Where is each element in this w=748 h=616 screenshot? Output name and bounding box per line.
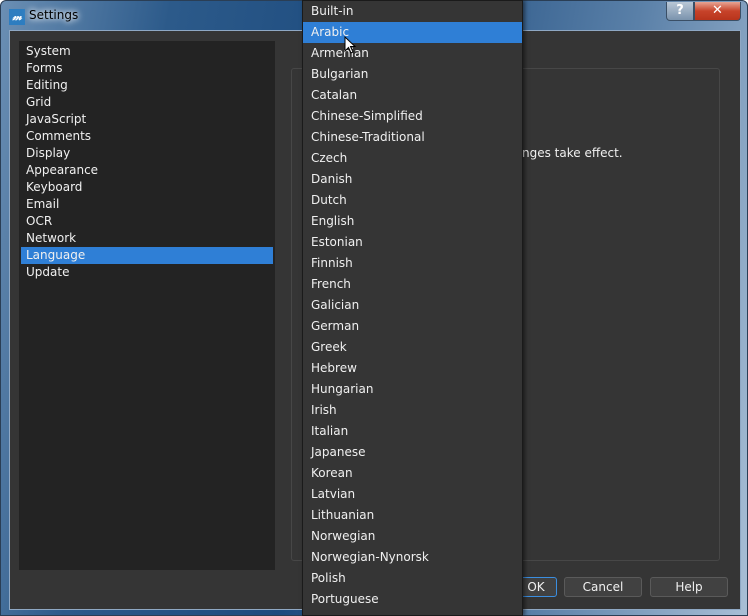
sidebar-item-forms[interactable]: Forms [21, 60, 273, 77]
dropdown-option-chinese-simplified[interactable]: Chinese-Simplified [303, 106, 522, 127]
mouse-cursor-icon [344, 36, 357, 54]
sidebar-item-email[interactable]: Email [21, 196, 273, 213]
dropdown-option-danish[interactable]: Danish [303, 169, 522, 190]
dropdown-option-japanese[interactable]: Japanese [303, 442, 522, 463]
dropdown-option-finnish[interactable]: Finnish [303, 253, 522, 274]
dropdown-option-chinese-traditional[interactable]: Chinese-Traditional [303, 127, 522, 148]
dropdown-option-dutch[interactable]: Dutch [303, 190, 522, 211]
sidebar-item-display[interactable]: Display [21, 145, 273, 162]
dropdown-option-catalan[interactable]: Catalan [303, 85, 522, 106]
settings-category-list[interactable]: System Forms Editing Grid JavaScript Comments… [19, 41, 275, 570]
dropdown-option-built-in[interactable]: Built-in [303, 1, 522, 22]
dropdown-option-hebrew[interactable]: Hebrew [303, 358, 522, 379]
dropdown-option-norwegian-nynorsk[interactable]: Norwegian-Nynorsk [303, 547, 522, 568]
dropdown-option-polish[interactable]: Polish [303, 568, 522, 589]
dropdown-option-bulgarian[interactable]: Bulgarian [303, 64, 522, 85]
dropdown-option-korean[interactable]: Korean [303, 463, 522, 484]
sidebar-item-comments[interactable]: Comments [21, 128, 273, 145]
dropdown-option-french[interactable]: French [303, 274, 522, 295]
dropdown-option-lithuanian[interactable]: Lithuanian [303, 505, 522, 526]
dropdown-option-latvian[interactable]: Latvian [303, 484, 522, 505]
dropdown-option-galician[interactable]: Galician [303, 295, 522, 316]
sidebar-item-system[interactable]: System [21, 43, 273, 60]
dropdown-option-armenian[interactable]: Armenian [303, 43, 522, 64]
sidebar-item-editing[interactable]: Editing [21, 77, 273, 94]
dropdown-option-greek[interactable]: Greek [303, 337, 522, 358]
ok-label: OK [527, 580, 545, 594]
cancel-button[interactable]: Cancel [564, 577, 642, 597]
close-button[interactable]: ✕ [694, 2, 741, 21]
dropdown-option-hungarian[interactable]: Hungarian [303, 379, 522, 400]
restart-message: nges take effect. [522, 146, 623, 160]
dropdown-option-estonian[interactable]: Estonian [303, 232, 522, 253]
dropdown-option-italian[interactable]: Italian [303, 421, 522, 442]
help-title-button[interactable]: ? [666, 2, 694, 21]
dropdown-option-german[interactable]: German [303, 316, 522, 337]
sidebar-item-javascript[interactable]: JavaScript [21, 111, 273, 128]
sidebar-item-network[interactable]: Network [21, 230, 273, 247]
sidebar-item-ocr[interactable]: OCR [21, 213, 273, 230]
sidebar-item-update[interactable]: Update [21, 264, 273, 281]
dropdown-option-irish[interactable]: Irish [303, 400, 522, 421]
help-button[interactable]: Help [650, 577, 728, 597]
sidebar-item-keyboard[interactable]: Keyboard [21, 179, 273, 196]
language-dropdown-list[interactable]: Built-in Arabic Armenian Bulgarian Catalan Ch… [302, 0, 523, 616]
sidebar-item-grid[interactable]: Grid [21, 94, 273, 111]
dropdown-option-portuguese[interactable]: Portuguese [303, 589, 522, 610]
app-logo-icon: 𝓂 [9, 9, 25, 25]
dropdown-option-arabic[interactable]: Arabic [303, 22, 522, 43]
dropdown-option-czech[interactable]: Czech [303, 148, 522, 169]
sidebar-item-language[interactable]: Language [21, 247, 273, 264]
sidebar-item-appearance[interactable]: Appearance [21, 162, 273, 179]
dropdown-option-norwegian[interactable]: Norwegian [303, 526, 522, 547]
dropdown-option-english[interactable]: English [303, 211, 522, 232]
window-title: Settings [29, 8, 79, 22]
